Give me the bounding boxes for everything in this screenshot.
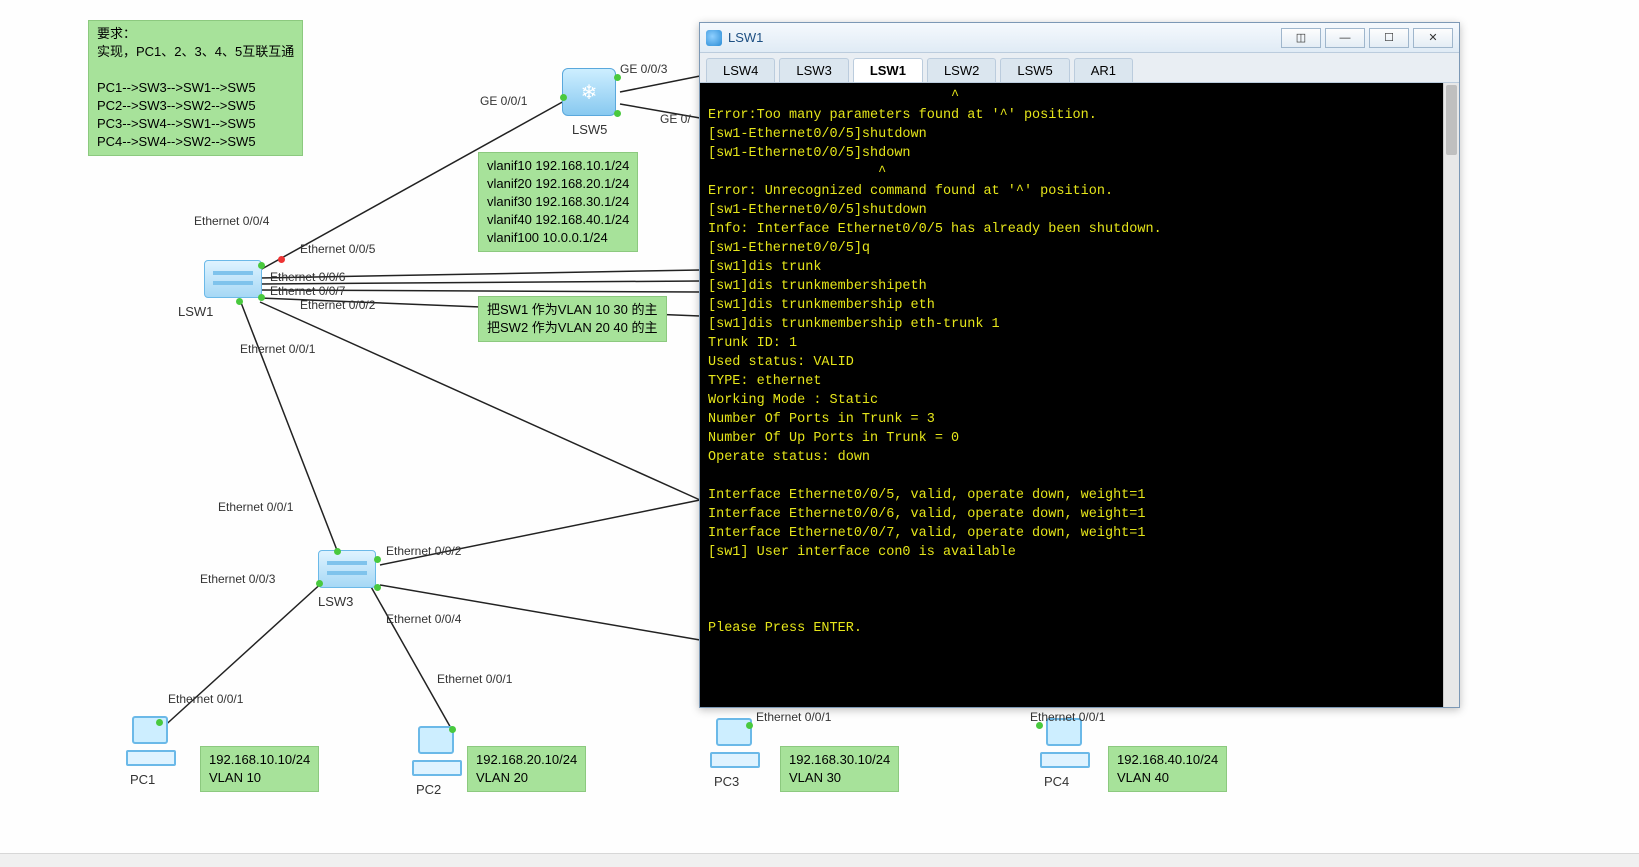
port-status-dot (278, 256, 285, 263)
terminal-output[interactable]: ^ Error:Too many parameters found at '^'… (700, 83, 1443, 707)
port-label: Ethernet 0/0/1 (437, 672, 512, 686)
device-lsw3-label: LSW3 (318, 594, 353, 609)
port-label: GE 0/0/3 (620, 62, 667, 76)
port-status-dot (156, 719, 163, 726)
device-lsw5[interactable]: ❄ (562, 68, 616, 116)
device-lsw1[interactable] (204, 260, 262, 298)
port-status-dot (374, 584, 381, 591)
port-label: Ethernet 0/0/1 (218, 500, 293, 514)
port-status-dot (614, 74, 621, 81)
pin-button[interactable]: ◫ (1281, 28, 1321, 48)
terminal-window[interactable]: LSW1 ◫ — ☐ ✕ LSW4 LSW3 LSW1 LSW2 LSW5 AR… (699, 22, 1460, 708)
port-label: Ethernet 0/0/4 (194, 214, 269, 228)
horizontal-scrollbar[interactable] (0, 853, 1639, 867)
device-pc4-label: PC4 (1044, 774, 1069, 789)
close-button[interactable]: ✕ (1413, 28, 1453, 48)
device-lsw3[interactable] (318, 550, 376, 588)
device-pc4[interactable] (1040, 718, 1090, 768)
topology-canvas[interactable]: 要求： 实现，PC1、2、3、4、5互联互通 PC1-->SW3-->SW1--… (0, 0, 1639, 867)
device-lsw5-label: LSW5 (572, 122, 607, 137)
pc1-info-box: 192.168.10.10/24 VLAN 10 (200, 746, 319, 792)
port-label: Ethernet 0/0/3 (200, 572, 275, 586)
maximize-button[interactable]: ☐ (1369, 28, 1409, 48)
port-label: GE 0/0/1 (480, 94, 527, 108)
tab-lsw1[interactable]: LSW1 (853, 58, 923, 82)
port-status-dot (1036, 722, 1043, 729)
port-status-dot (258, 262, 265, 269)
port-label: Ethernet 0/0/2 (300, 298, 375, 312)
port-status-dot (258, 294, 265, 301)
pc4-info-box: 192.168.40.10/24 VLAN 40 (1108, 746, 1227, 792)
device-pc2[interactable] (412, 726, 462, 776)
device-lsw1-label: LSW1 (178, 304, 213, 319)
port-status-dot (746, 722, 753, 729)
device-pc1[interactable] (126, 716, 176, 766)
terminal-scrollbar[interactable] (1443, 83, 1459, 707)
port-label: Ethernet 0/0/2 (386, 544, 461, 558)
requirements-box: 要求： 实现，PC1、2、3、4、5互联互通 PC1-->SW3-->SW1--… (88, 20, 303, 156)
port-label: Ethernet 0/0/1 (756, 710, 831, 724)
router-icon: ❄ (562, 68, 616, 116)
port-status-dot (614, 110, 621, 117)
tab-lsw2[interactable]: LSW2 (927, 58, 996, 82)
port-status-dot (374, 556, 381, 563)
device-pc1-label: PC1 (130, 772, 155, 787)
tab-ar1[interactable]: AR1 (1074, 58, 1133, 82)
port-label: Ethernet 0/0/1 (168, 692, 243, 706)
tab-lsw4[interactable]: LSW4 (706, 58, 775, 82)
pc2-info-box: 192.168.20.10/24 VLAN 20 (467, 746, 586, 792)
port-label: GE 0/ (660, 112, 691, 126)
port-label: Ethernet 0/0/5 (300, 242, 375, 256)
pc3-info-box: 192.168.30.10/24 VLAN 30 (780, 746, 899, 792)
tab-lsw3[interactable]: LSW3 (779, 58, 848, 82)
port-label: Ethernet 0/0/4 (386, 612, 461, 626)
port-status-dot (560, 94, 567, 101)
minimize-button[interactable]: — (1325, 28, 1365, 48)
device-pc3-label: PC3 (714, 774, 739, 789)
port-label: Ethernet 0/0/6 (270, 270, 345, 284)
vlanif-box: vlanif10 192.168.10.1/24 vlanif20 192.16… (478, 152, 638, 252)
scrollbar-thumb[interactable] (1446, 85, 1457, 155)
port-status-dot (334, 548, 341, 555)
port-label: Ethernet 0/0/1 (240, 342, 315, 356)
vlan-role-box: 把SW1 作为VLAN 10 30 的主 把SW2 作为VLAN 20 40 的… (478, 296, 667, 342)
terminal-title: LSW1 (728, 30, 1277, 45)
device-pc2-label: PC2 (416, 782, 441, 797)
terminal-tab-bar: LSW4 LSW3 LSW1 LSW2 LSW5 AR1 (700, 53, 1459, 83)
port-status-dot (236, 298, 243, 305)
tab-lsw5[interactable]: LSW5 (1000, 58, 1069, 82)
port-label: Ethernet 0/0/7 (270, 284, 345, 298)
port-status-dot (316, 580, 323, 587)
terminal-titlebar[interactable]: LSW1 ◫ — ☐ ✕ (700, 23, 1459, 53)
terminal-icon (706, 30, 722, 46)
port-status-dot (449, 726, 456, 733)
